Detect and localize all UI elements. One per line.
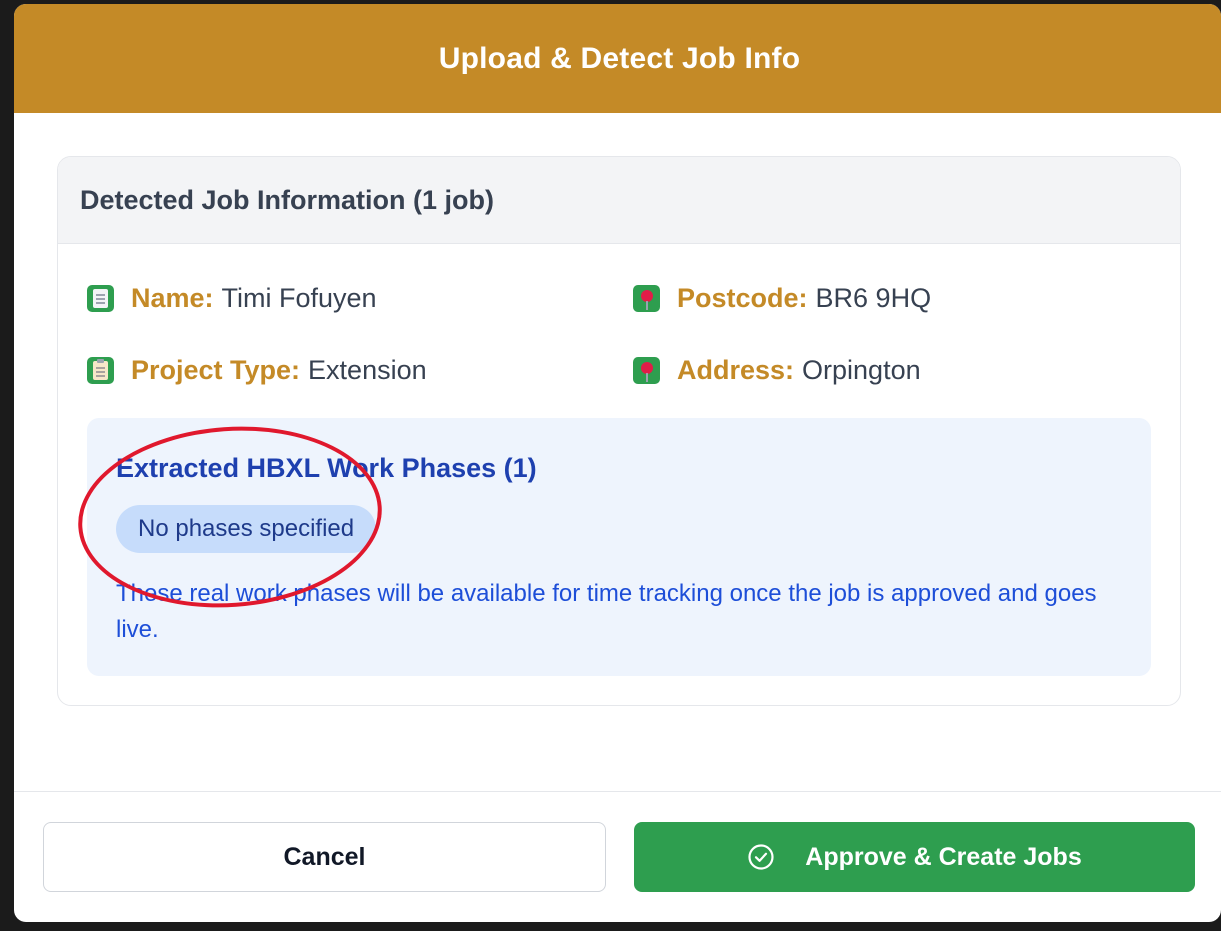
clipboard-icon: [87, 357, 114, 384]
cancel-button-label: Cancel: [283, 842, 366, 871]
phase-chip: No phases specified: [116, 505, 377, 553]
field-postcode-label: Postcode:: [677, 283, 808, 313]
approve-create-jobs-button[interactable]: Approve & Create Jobs: [634, 822, 1195, 892]
upload-detect-modal: Upload & Detect Job Info Detected Job In…: [14, 4, 1221, 922]
field-address-value: Orpington: [802, 355, 921, 385]
field-name-label: Name:: [131, 283, 214, 313]
modal-title: Upload & Detect Job Info: [438, 41, 801, 75]
detected-job-card: Detected Job Information (1 job) Name: T…: [57, 156, 1181, 706]
card-header: Detected Job Information (1 job): [58, 157, 1180, 244]
cancel-button[interactable]: Cancel: [43, 822, 606, 892]
card-title: Detected Job Information (1 job): [80, 184, 495, 215]
field-project-type: Project Type: Extension: [87, 355, 427, 386]
work-phases-panel: Extracted HBXL Work Phases (1) No phases…: [87, 418, 1151, 676]
field-project-type-value: Extension: [308, 355, 427, 385]
field-project-type-label: Project Type:: [131, 355, 301, 385]
pushpin-icon: [633, 285, 660, 312]
field-postcode-value: BR6 9HQ: [815, 283, 932, 313]
field-name-value: Timi Fofuyen: [221, 283, 377, 313]
field-postcode: Postcode: BR6 9HQ: [633, 283, 931, 314]
field-address-label: Address:: [677, 355, 795, 385]
check-circle-icon: [747, 843, 775, 871]
field-address: Address: Orpington: [633, 355, 921, 386]
footer-divider: [14, 791, 1221, 792]
modal-header: Upload & Detect Job Info: [14, 4, 1221, 113]
pushpin-icon: [633, 357, 660, 384]
work-phases-note: These real work phases will be available…: [116, 580, 1097, 643]
approve-button-label: Approve & Create Jobs: [805, 842, 1082, 871]
field-name: Name: Timi Fofuyen: [87, 283, 377, 314]
document-icon: [87, 285, 114, 312]
work-phases-title: Extracted HBXL Work Phases (1): [116, 453, 537, 483]
